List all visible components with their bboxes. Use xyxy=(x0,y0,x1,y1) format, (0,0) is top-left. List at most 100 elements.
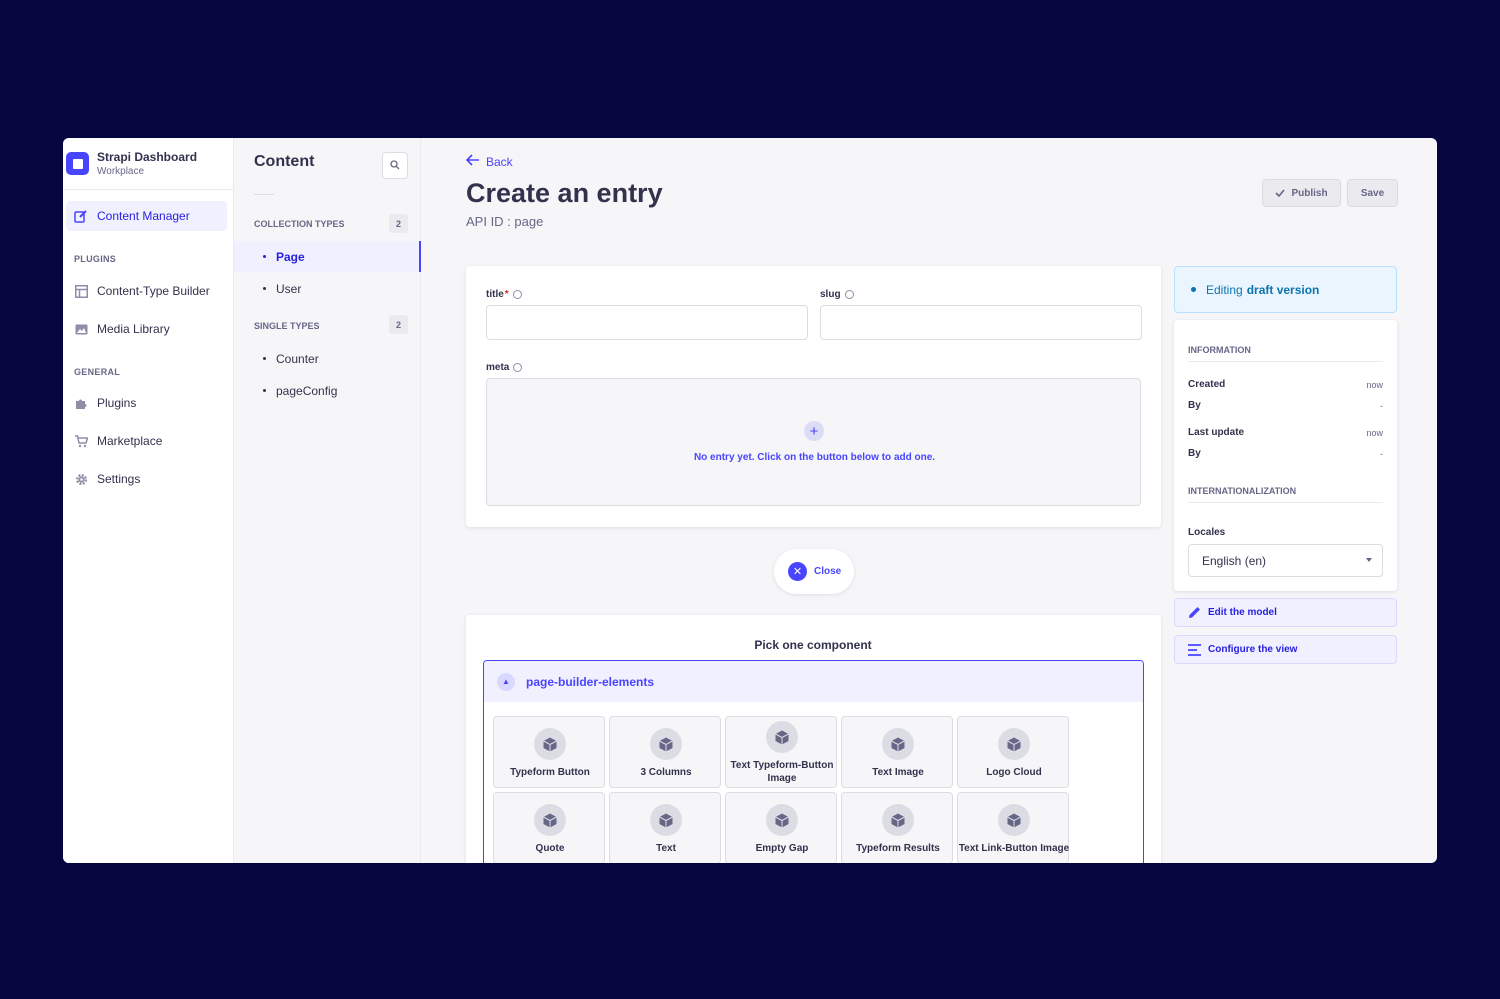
image-icon xyxy=(74,322,88,336)
created-by-label: By xyxy=(1188,400,1201,411)
divider xyxy=(254,194,274,195)
back-label: Back xyxy=(486,154,513,169)
slug-label: slug xyxy=(820,289,854,300)
component-tile[interactable]: Typeform Results xyxy=(841,792,953,863)
chevron-down-icon xyxy=(1366,558,1372,562)
component-tile[interactable]: 3 Columns xyxy=(609,716,721,788)
list-settings-icon xyxy=(1188,643,1201,656)
component-tile[interactable]: Empty Gap xyxy=(725,792,837,863)
configure-view-button[interactable]: Configure the view xyxy=(1174,635,1397,664)
slug-input[interactable] xyxy=(820,305,1142,340)
nav-settings[interactable]: Settings xyxy=(66,464,227,494)
component-tile[interactable]: Typeform Button xyxy=(493,716,605,788)
gear-icon xyxy=(74,472,88,486)
subnav-item-page[interactable]: Page xyxy=(234,241,421,272)
divider xyxy=(1188,361,1383,362)
component-tile[interactable]: Quote xyxy=(493,792,605,863)
arrow-left-icon xyxy=(465,153,480,170)
single-types-count: 2 xyxy=(389,315,408,334)
puzzle-icon xyxy=(74,396,88,410)
search-icon xyxy=(390,157,400,175)
cube-icon xyxy=(534,804,566,836)
add-component-button[interactable]: + xyxy=(804,421,824,441)
content-subnav: Content COLLECTION TYPES 2 Page User SIN… xyxy=(234,138,421,863)
brand-title: Strapi Dashboard xyxy=(97,149,198,164)
nav-media-library[interactable]: Media Library xyxy=(66,314,227,344)
nav-content-type-builder[interactable]: Content-Type Builder xyxy=(66,276,227,306)
cube-icon xyxy=(650,804,682,836)
component-tile[interactable]: Text Image xyxy=(841,716,953,788)
draft-prefix: Editing xyxy=(1206,282,1243,297)
general-section-label: GENERAL xyxy=(74,367,121,377)
component-tile[interactable]: Text xyxy=(609,792,721,863)
save-button[interactable]: Save xyxy=(1347,179,1398,207)
collection-types-count: 2 xyxy=(389,214,408,233)
subnav-item-counter[interactable]: Counter xyxy=(234,343,421,374)
close-icon: ✕ xyxy=(788,562,807,581)
locale-select[interactable]: English (en) xyxy=(1188,544,1383,577)
cube-icon xyxy=(998,728,1030,760)
brand[interactable]: Strapi Dashboard Workplace xyxy=(63,138,233,190)
cube-icon xyxy=(882,728,914,760)
main-nav: Strapi Dashboard Workplace Content Manag… xyxy=(63,138,234,863)
locales-label: Locales xyxy=(1188,527,1226,538)
updated-by-label: By xyxy=(1188,448,1201,459)
nav-label: Media Library xyxy=(97,322,170,336)
nav-label: Plugins xyxy=(97,396,137,410)
strapi-logo-icon xyxy=(66,152,89,175)
cube-icon xyxy=(766,721,798,753)
title-label-text: title xyxy=(486,289,504,300)
search-button[interactable] xyxy=(382,152,408,179)
check-icon xyxy=(1275,189,1286,197)
component-label: Text xyxy=(656,843,676,854)
subnav-item-user[interactable]: User xyxy=(234,273,421,304)
configure-view-label: Configure the view xyxy=(1208,644,1298,655)
created-value: now xyxy=(1366,380,1383,390)
publish-button[interactable]: Publish xyxy=(1262,179,1341,207)
nav-label: Content Manager xyxy=(97,209,190,223)
nav-content-manager[interactable]: Content Manager xyxy=(66,201,227,231)
component-label: Text Link-Button Image xyxy=(958,843,1070,854)
component-label: Text Image xyxy=(872,767,924,778)
component-tile[interactable]: Text Typeform-Button Image xyxy=(725,716,837,788)
subnav-item-pageconfig[interactable]: pageConfig xyxy=(234,375,421,406)
meta-dynamic-zone: + No entry yet. Click on the button belo… xyxy=(486,378,1141,506)
component-label: Logo Cloud xyxy=(986,767,1042,778)
close-picker-button[interactable]: ✕ Close xyxy=(774,549,854,594)
page-title: Create an entry xyxy=(466,178,663,208)
component-tile[interactable]: Text Link-Button Image xyxy=(957,792,1069,863)
status-dot xyxy=(1191,287,1196,292)
plugins-section-label: PLUGINS xyxy=(74,254,117,264)
component-label: Quote xyxy=(535,843,565,854)
category-header[interactable]: ▲ page-builder-elements xyxy=(484,661,1143,702)
globe-icon xyxy=(844,290,854,299)
component-picker: Pick one component ▲ page-builder-elemen… xyxy=(466,615,1161,863)
close-label: Close xyxy=(814,566,842,577)
pencil-icon xyxy=(74,209,88,223)
updated-by-value: - xyxy=(1380,449,1383,459)
draft-status: draft version xyxy=(1246,282,1320,297)
title-input[interactable] xyxy=(486,305,808,340)
component-tile[interactable]: Logo Cloud xyxy=(957,716,1069,788)
meta-label-text: meta xyxy=(486,362,510,373)
component-label: Text Typeform-Button Image xyxy=(730,760,834,784)
chevron-up-icon: ▲ xyxy=(497,672,515,691)
back-link[interactable]: Back xyxy=(465,153,513,170)
edit-model-button[interactable]: Edit the model xyxy=(1174,598,1397,627)
nav-plugins[interactable]: Plugins xyxy=(66,388,227,418)
information-heading: INFORMATION xyxy=(1188,345,1251,355)
component-label: Typeform Button xyxy=(510,767,590,778)
globe-icon xyxy=(512,290,522,299)
created-label: Created xyxy=(1188,379,1226,390)
divider xyxy=(1188,502,1383,503)
cart-icon xyxy=(74,434,88,448)
subnav-title: Content xyxy=(254,153,315,170)
publish-label: Publish xyxy=(1291,187,1328,199)
locale-value: English (en) xyxy=(1202,553,1267,568)
picker-title: Pick one component xyxy=(754,638,872,652)
cube-icon xyxy=(998,804,1030,836)
nav-label: Settings xyxy=(97,472,141,486)
cube-icon xyxy=(650,728,682,760)
draft-status-banner: Editing draft version xyxy=(1174,266,1397,313)
nav-marketplace[interactable]: Marketplace xyxy=(66,426,227,456)
